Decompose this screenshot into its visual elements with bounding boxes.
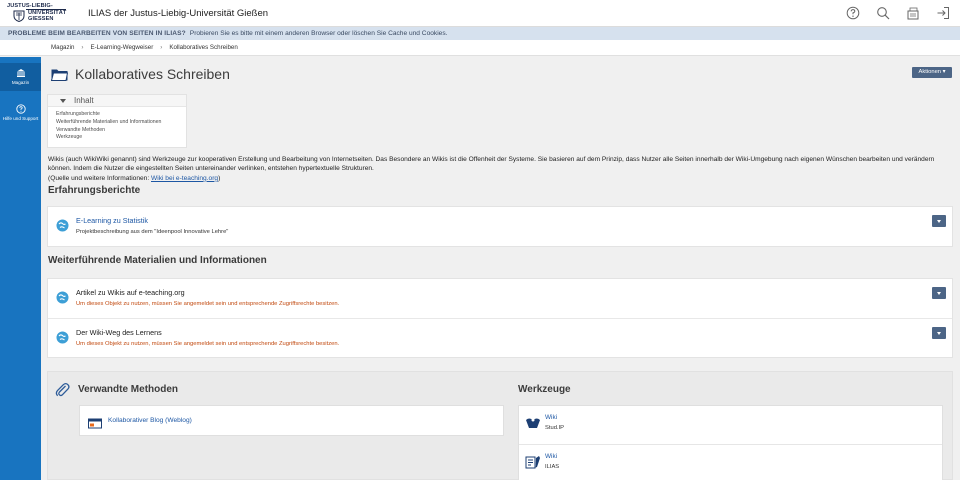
system-warning-banner: PROBLEME BEIM BEARBEITEN VON SEITEN IN I…: [0, 27, 960, 40]
tool-platform: ILIAS: [545, 464, 560, 470]
item-actions-dropdown[interactable]: [932, 215, 946, 227]
blog-icon: [88, 418, 102, 429]
actions-dropdown-button[interactable]: Aktionen ▾: [912, 67, 952, 78]
toc-link-werkzeuge[interactable]: Werkzeuge: [56, 134, 186, 142]
tool-item-studip-wiki[interactable]: Wiki Stud.IP: [519, 406, 942, 444]
materials-list: Artikel zu Wikis auf e-teaching.org Um d…: [47, 278, 953, 358]
list-item: Artikel zu Wikis auf e-teaching.org Um d…: [48, 279, 952, 318]
toc-toggle[interactable]: Inhalt: [48, 95, 186, 107]
weblink-icon: [56, 331, 69, 344]
item-title[interactable]: Artikel zu Wikis auf e-teaching.org: [76, 288, 185, 297]
access-warning: Um dieses Objekt zu nutzen, müssen Sie a…: [76, 301, 340, 307]
item-title-link[interactable]: E-Learning zu Statistik: [76, 216, 148, 225]
logo-text-line-3: GIESSEN: [28, 16, 54, 22]
sidebar-item-label: Magazin: [11, 80, 30, 85]
chevron-right-icon: ›: [160, 44, 163, 51]
top-header: JUSTUS-LIEBIG- UNIVERSITÄT GIESSEN ILIAS…: [0, 0, 960, 27]
breadcrumb-item-current[interactable]: Kollaboratives Schreiben: [169, 44, 237, 51]
weblink-icon: [56, 291, 69, 304]
weblink-icon: [56, 219, 69, 232]
tool-name-link[interactable]: Wiki: [545, 414, 557, 421]
sidebar-item-label: Hilfe und Support: [2, 116, 39, 121]
list-item: Der Wiki-Weg des Lernens Um dieses Objek…: [48, 318, 952, 357]
item-actions-dropdown[interactable]: [932, 327, 946, 339]
studip-wiki-icon: [526, 418, 540, 428]
section-title-materialien: Weiterführende Materialien und Informati…: [48, 255, 267, 266]
access-warning: Um dieses Objekt zu nutzen, müssen Sie a…: [76, 341, 340, 347]
toc-heading: Inhalt: [74, 96, 94, 105]
main-sidebar: Magazin Hilfe und Support: [0, 57, 41, 480]
search-icon[interactable]: [876, 6, 890, 20]
notifications-icon[interactable]: [906, 6, 920, 20]
main-content: Kollaboratives Schreiben Aktionen ▾ Inha…: [41, 57, 960, 480]
section-title-werkzeuge: Werkzeuge: [518, 384, 571, 395]
item-description: Projektbeschreibung aus dem "Ideenpool I…: [76, 229, 229, 235]
site-title[interactable]: ILIAS der Justus-Liebig-Universität Gieß…: [88, 8, 268, 19]
section-title-erfahrungsberichte: Erfahrungsberichte: [48, 185, 141, 196]
ilias-wiki-icon: [525, 456, 540, 469]
repository-icon: [16, 69, 25, 77]
source-link[interactable]: Wiki bei e-teaching.org: [151, 175, 218, 182]
related-method-link[interactable]: Kollaborativer Blog (Weblog): [108, 417, 192, 424]
source-prefix: (Quelle und weitere Informationen:: [48, 174, 151, 182]
page-title: Kollaboratives Schreiben: [75, 66, 230, 82]
section-title-verwandte-methoden: Verwandte Methoden: [78, 384, 179, 395]
table-of-contents: Inhalt Erfahrungsberichte Weiterführende…: [47, 94, 187, 148]
logout-icon[interactable]: [936, 6, 950, 20]
tool-platform: Stud.IP: [545, 425, 565, 431]
sidebar-item-magazin[interactable]: Magazin: [0, 63, 41, 91]
related-and-tools-block: Verwandte Methoden Kollaborativer Blog (…: [47, 371, 953, 480]
banner-message: Probieren Sie es bitte mit einem anderen…: [189, 30, 448, 37]
breadcrumb: Magazin › E-Learning-Wegweiser › Kollaborati…: [0, 40, 960, 56]
toc-link-materialien[interactable]: Weiterführende Materialien und Informati…: [56, 119, 186, 127]
related-method-card[interactable]: Kollaborativer Blog (Weblog): [79, 405, 504, 436]
source-suffix: ): [218, 174, 221, 182]
breadcrumb-item-e-learning-wegweiser[interactable]: E-Learning-Wegweiser: [90, 44, 153, 51]
item-title[interactable]: Der Wiki-Weg des Lernens: [76, 328, 162, 337]
tool-item-ilias-wiki[interactable]: Wiki ILIAS: [519, 444, 942, 480]
toc-link-verwandte-methoden[interactable]: Verwandte Methoden: [56, 127, 186, 135]
experience-list: E-Learning zu Statistik Projektbeschreib…: [47, 206, 953, 247]
sidebar-item-help[interactable]: Hilfe und Support: [0, 99, 41, 127]
intro-paragraph: Wikis (auch WikiWiki genannt) sind Werkz…: [48, 155, 953, 183]
tool-name-link[interactable]: Wiki: [545, 453, 557, 460]
university-logo[interactable]: JUSTUS-LIEBIG- UNIVERSITÄT GIESSEN: [6, 2, 68, 24]
crest-icon: [13, 10, 25, 22]
tools-list: Wiki Stud.IP Wiki ILIAS: [518, 405, 943, 480]
toc-link-erfahrungsberichte[interactable]: Erfahrungsberichte: [56, 111, 186, 119]
folder-icon: [51, 69, 68, 81]
intro-text: Wikis (auch WikiWiki genannt) sind Werkz…: [48, 156, 935, 173]
item-actions-dropdown[interactable]: [932, 287, 946, 299]
caret-down-icon: [60, 99, 66, 103]
paperclip-icon: [55, 382, 70, 397]
breadcrumb-item-magazin[interactable]: Magazin: [51, 44, 74, 51]
help-icon[interactable]: [846, 6, 860, 20]
chevron-right-icon: ›: [81, 44, 84, 51]
banner-title: PROBLEME BEIM BEARBEITEN VON SEITEN IN I…: [8, 30, 186, 37]
help-support-icon: [15, 104, 26, 114]
list-item: E-Learning zu Statistik Projektbeschreib…: [48, 207, 952, 246]
